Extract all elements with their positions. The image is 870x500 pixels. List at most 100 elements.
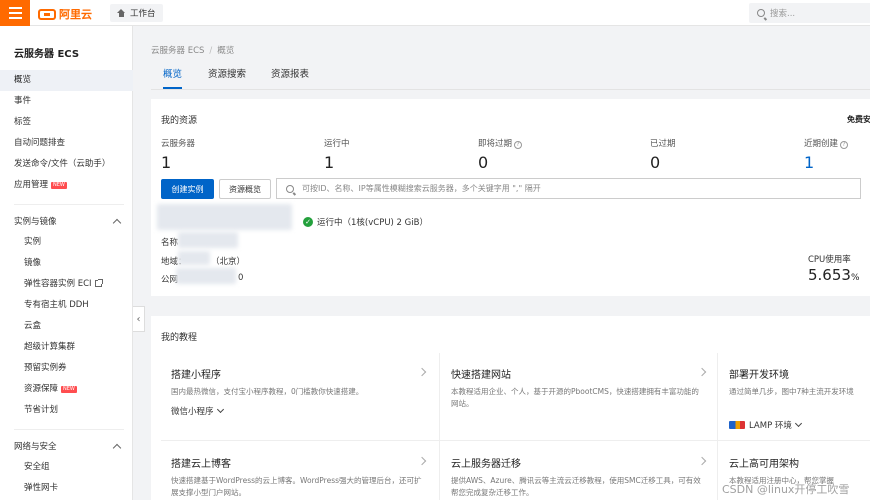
stat-label-servers: 云服务器	[161, 139, 196, 149]
sidebar-item-cloud-box[interactable]: 云盒	[0, 316, 133, 337]
tutorial-title-blog[interactable]: 搭建云上博客	[171, 455, 231, 470]
sidebar-item-label: 超级计算集群	[24, 342, 76, 352]
new-badge: NEW	[51, 182, 67, 189]
cpu-usage-value: 5.653%	[808, 266, 860, 284]
tutorial-divider	[717, 353, 718, 500]
sidebar-item-eni[interactable]: 弹性网卡	[0, 478, 133, 499]
breadcrumb-root[interactable]: 云服务器 ECS	[151, 46, 204, 56]
sidebar-item-label: 自动问题排查	[14, 138, 66, 148]
instance-name-label: 名称	[161, 238, 179, 248]
stat-value-recent[interactable]: 1	[804, 153, 814, 172]
new-badge: NEW	[61, 386, 77, 393]
sidebar-item-label: 标签	[14, 117, 32, 127]
chevron-up-icon	[112, 218, 122, 228]
watermark: CSDN @linux开停工吹雪	[722, 483, 850, 496]
tutorial-desc-blog: 快速搭建基于WordPress的云上博客。WordPress强大的管理后台，还可…	[171, 476, 422, 497]
tab-overview[interactable]: 概览	[163, 64, 183, 89]
my-resources-title: 我的资源	[161, 116, 198, 126]
resource-overview-button[interactable]: 资源概览	[219, 179, 271, 199]
breadcrumb: 云服务器 ECS / 概览	[151, 44, 234, 56]
workbench-label: 工作台	[130, 9, 156, 19]
sidebar-item-label: 发送命令/文件（云助手）	[14, 159, 111, 169]
help-icon[interactable]: ?	[840, 141, 849, 149]
sidebar-group-network[interactable]: 网络与安全	[0, 436, 133, 458]
global-search-input[interactable]: 搜索...	[749, 3, 870, 23]
sidebar-item-scc[interactable]: 超级计算集群	[0, 337, 133, 358]
tutorial-divider	[161, 440, 870, 441]
redacted-public-ip	[176, 268, 236, 284]
tutorial-title-website[interactable]: 快速搭建网站	[451, 366, 511, 381]
chevron-down-icon	[216, 405, 224, 414]
stat-value-servers[interactable]: 1	[161, 153, 171, 172]
sidebar-item-label: 弹性网卡	[24, 483, 59, 493]
sidebar-item-resource-assurance[interactable]: 资源保障 NEW	[0, 379, 133, 400]
sidebar-item-reserved-instances[interactable]: 预留实例券	[0, 358, 133, 379]
redacted-region	[178, 251, 210, 265]
stat-value-expiring[interactable]: 0	[478, 153, 488, 172]
help-icon[interactable]: ?	[514, 141, 523, 149]
sidebar-item-savings-plan[interactable]: 节省计划	[0, 400, 133, 421]
stat-label-expired: 已过期	[650, 139, 676, 149]
free-trial-link[interactable]: 免费安	[847, 114, 870, 125]
tutorial-desc-mini-program: 国内最热微信，支付宝小程序教程，0门槛教你快速搭建。	[171, 387, 364, 396]
sidebar-item-images[interactable]: 镜像	[0, 253, 133, 274]
sidebar-item-app-management[interactable]: 应用管理 NEW	[0, 175, 133, 196]
sidebar-item-label: 概览	[14, 75, 32, 85]
stat-value-running[interactable]: 1	[324, 153, 334, 172]
menu-icon[interactable]	[0, 0, 30, 26]
sidebar-item-eci[interactable]: 弹性容器实例 ECI	[0, 274, 133, 295]
tutorial-desc-website: 本教程适用企业、个人，基于开源的PbootCMS，快速搭建拥有丰富功能的网站。	[451, 387, 699, 408]
instance-search-placeholder: 可按ID、名称、IP等属性模糊搜索云服务器，多个关键字用 "," 隔开	[302, 184, 541, 193]
sidebar-item-instances[interactable]: 实例	[0, 232, 133, 253]
breadcrumb-current: 概览	[217, 46, 235, 56]
sidebar-item-label: 云盒	[24, 321, 42, 331]
stat-label-expiring: 即将过期?	[478, 137, 523, 149]
create-instance-button[interactable]: 创建实例	[161, 179, 214, 199]
sidebar-item-label: 应用管理	[14, 180, 49, 190]
tutorial-title-mini-program[interactable]: 搭建小程序	[171, 366, 221, 381]
tutorial-title-migration[interactable]: 云上服务器迁移	[451, 455, 521, 470]
sidebar-item-label: 节省计划	[24, 405, 59, 415]
sidebar-item-events[interactable]: 事件	[0, 91, 133, 112]
sidebar-item-auto-troubleshoot[interactable]: 自动问题排查	[0, 133, 133, 154]
sidebar-collapse-button[interactable]: ‹	[133, 306, 145, 332]
sidebar-group-instances[interactable]: 实例与镜像	[0, 211, 133, 233]
sidebar-item-label: 资源保障	[24, 384, 59, 394]
sidebar-group-label: 网络与安全	[14, 442, 57, 452]
workbench-button[interactable]: 工作台	[110, 4, 163, 22]
sidebar-group-label: 实例与镜像	[14, 217, 57, 227]
sidebar-divider	[14, 429, 124, 430]
sidebar-item-send-command[interactable]: 发送命令/文件（云助手）	[0, 154, 133, 175]
sidebar-item-overview[interactable]: 概览	[0, 70, 133, 91]
sidebar-divider	[14, 204, 124, 205]
tutorial-title-dev-env[interactable]: 部署开发环境	[729, 366, 789, 381]
sidebar-item-tags[interactable]: 标签	[0, 112, 133, 133]
global-search-placeholder: 搜索...	[770, 9, 796, 19]
lamp-icon	[729, 421, 745, 429]
tutorial-select-dev-env[interactable]: LAMP 环境	[729, 419, 802, 431]
sidebar-item-security-groups[interactable]: 安全组	[0, 457, 133, 478]
tab-resource-search[interactable]: 资源搜索	[208, 64, 246, 89]
sidebar-item-ddh[interactable]: 专有宿主机 DDH	[0, 295, 133, 316]
stat-value-expired[interactable]: 0	[650, 153, 660, 172]
breadcrumb-separator: /	[209, 46, 213, 56]
cpu-usage-label: CPU使用率	[808, 255, 851, 265]
aliyun-logo[interactable]: 阿里云	[38, 6, 92, 22]
sidebar-item-label: 事件	[14, 96, 32, 106]
sidebar-item-label: 预留实例券	[24, 363, 67, 373]
check-circle-icon: ✓	[303, 217, 313, 227]
tutorial-select-label: 微信小程序	[171, 407, 214, 417]
instance-search-input[interactable]: 可按ID、名称、IP等属性模糊搜索云服务器，多个关键字用 "," 隔开	[276, 178, 861, 199]
search-icon	[286, 184, 294, 193]
top-bar: 阿里云 工作台 搜索...	[0, 0, 870, 26]
stat-label-recent: 近期创建?	[804, 137, 849, 149]
instance-status: ✓ 运行中（1核(vCPU) 2 GiB）	[303, 216, 428, 228]
tutorial-title-ha-architecture[interactable]: 云上高可用架构	[729, 455, 799, 470]
tab-resource-report[interactable]: 资源报表	[271, 64, 309, 89]
tutorial-select-mini-program[interactable]: 微信小程序	[171, 405, 224, 417]
stat-label-text: 即将过期	[478, 139, 513, 149]
cpu-usage-unit: %	[850, 273, 860, 283]
sidebar-item-label: 弹性容器实例 ECI	[24, 279, 92, 289]
instance-region-value: （北京）	[211, 257, 246, 267]
logo-text: 阿里云	[59, 8, 92, 21]
